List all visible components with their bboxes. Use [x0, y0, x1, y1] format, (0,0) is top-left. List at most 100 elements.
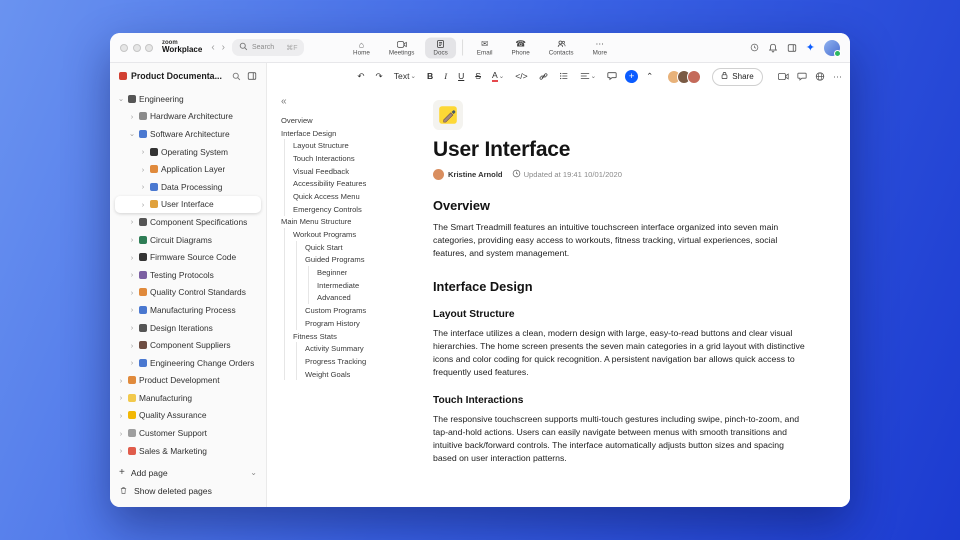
outline-item-visual-feedback[interactable]: Visual Feedback [281, 164, 425, 178]
tab-contacts[interactable]: Contacts [541, 37, 582, 58]
sidebar-item-circuit-diagrams[interactable]: › Circuit Diagrams [115, 231, 261, 249]
sidebar-item-customer-support[interactable]: › Customer Support [115, 424, 261, 442]
chevron-right-icon[interactable]: › [139, 200, 147, 209]
sidebar-item-operating-system[interactable]: › Operating System [115, 143, 261, 161]
redo-button[interactable]: ↷ [373, 69, 386, 84]
sidebar-item-product-development[interactable]: › Product Development [115, 372, 261, 390]
insert-button[interactable]: + [625, 69, 639, 83]
comment-button[interactable] [604, 69, 620, 83]
web-icon[interactable] [815, 72, 825, 82]
clock-icon[interactable] [750, 43, 759, 52]
chevron-right-icon[interactable]: › [128, 323, 136, 332]
outline-item-touch-interactions[interactable]: Touch Interactions [281, 152, 425, 165]
chevron-right-icon[interactable]: › [128, 305, 136, 314]
sidebar-item-manufacturing[interactable]: › Manufacturing [115, 389, 261, 407]
forward-button[interactable]: › [222, 42, 225, 53]
tab-email[interactable]: ✉ Email [469, 37, 501, 58]
collapse-sidebar-icon[interactable] [247, 71, 257, 81]
chevron-right-icon[interactable]: › [128, 253, 136, 262]
outline-item-activity-summary[interactable]: Activity Summary [281, 342, 425, 356]
sidebar-item-design-iterations[interactable]: › Design Iterations [115, 319, 261, 337]
outline-item-emergency-controls[interactable]: Emergency Controls [281, 202, 425, 216]
chevron-right-icon[interactable]: › [139, 147, 147, 156]
maximize-window-button[interactable] [145, 43, 153, 52]
outline-item-main-menu-structure[interactable]: Main Menu Structure [281, 216, 425, 229]
underline-button[interactable]: U [455, 69, 467, 83]
more-h-icon[interactable]: ⋯ [833, 71, 842, 82]
chat-icon[interactable] [797, 72, 807, 82]
sidebar-item-hardware-architecture[interactable]: › Hardware Architecture [115, 108, 261, 126]
sidebar-item-component-suppliers[interactable]: › Component Suppliers [115, 336, 261, 354]
sidebar-item-engineering[interactable]: ⌄ Engineering [115, 90, 261, 108]
bold-button[interactable]: B [424, 69, 436, 83]
outline-item-fitness-stats[interactable]: Fitness Stats [281, 329, 425, 343]
tab-docs[interactable]: Docs [425, 37, 456, 58]
chevron-right-icon[interactable]: › [128, 288, 136, 297]
share-button[interactable]: Share [712, 67, 763, 86]
sidebar-item-quality-control-standards[interactable]: › Quality Control Standards [115, 284, 261, 302]
chevron-down-icon[interactable]: ⌄ [117, 94, 125, 103]
chevron-right-icon[interactable]: › [139, 182, 147, 191]
align-button[interactable]: ⌄ [577, 69, 599, 83]
document-canvas[interactable]: User Interface Kristine Arnold Updated a… [427, 90, 850, 507]
outline-item-quick-access-menu[interactable]: Quick Access Menu [281, 190, 425, 203]
tab-home[interactable]: ⌂ Home [345, 37, 378, 58]
sidebar-item-user-interface[interactable]: › User Interface [115, 195, 261, 214]
close-window-button[interactable] [120, 43, 128, 52]
sidebar-item-sales-marketing[interactable]: › Sales & Marketing [115, 442, 261, 460]
chevron-right-icon[interactable]: › [128, 270, 136, 279]
tab-more[interactable]: ⋯ More [585, 37, 615, 58]
add-page-button[interactable]: + Add page ⌄ [119, 465, 257, 480]
user-avatar[interactable] [824, 39, 841, 57]
outline-item-overview[interactable]: Overview [281, 114, 425, 127]
code-button[interactable]: </> [512, 69, 530, 83]
outline-item-guided-programs[interactable]: Guided Programs [281, 253, 425, 267]
outline-item-intermediate[interactable]: Intermediate [281, 278, 425, 292]
tab-phone[interactable]: ☎ Phone [504, 37, 538, 58]
outline-item-interface-design[interactable]: Interface Design [281, 127, 425, 140]
text-color-button[interactable]: A ⌄ [489, 69, 507, 84]
ai-companion-icon[interactable]: ✦ [806, 41, 815, 54]
sidebar-search-icon[interactable] [232, 72, 241, 81]
sidebar-item-engineering-change-orders[interactable]: › Engineering Change Orders [115, 354, 261, 372]
chevron-right-icon[interactable]: › [117, 429, 125, 438]
collapse-toolbar-button[interactable]: ⌃ [643, 69, 656, 84]
sidebar-item-component-specifications[interactable]: › Component Specifications [115, 213, 261, 231]
outline-item-advanced[interactable]: Advanced [281, 291, 425, 305]
outline-item-program-history[interactable]: Program History [281, 317, 425, 330]
chevron-right-icon[interactable]: › [128, 235, 136, 244]
side-panel-icon[interactable] [787, 43, 797, 53]
sidebar-item-firmware-source-code[interactable]: › Firmware Source Code [115, 248, 261, 266]
show-deleted-pages-button[interactable]: Show deleted pages [119, 483, 257, 498]
outline-item-layout-structure[interactable]: Layout Structure [281, 139, 425, 153]
chevron-right-icon[interactable]: › [117, 446, 125, 455]
sidebar-item-testing-protocols[interactable]: › Testing Protocols [115, 266, 261, 284]
outline-item-custom-programs[interactable]: Custom Programs [281, 304, 425, 317]
tab-meetings[interactable]: Meetings [381, 37, 423, 58]
bullet-list-button[interactable] [556, 69, 572, 83]
chevron-right-icon[interactable]: › [117, 376, 125, 385]
chevron-right-icon[interactable]: › [128, 341, 136, 350]
undo-button[interactable]: ↶ [354, 69, 367, 84]
outline-item-quick-start[interactable]: Quick Start [281, 240, 425, 254]
collaborator-avatar[interactable] [687, 69, 702, 84]
minimize-window-button[interactable] [132, 43, 141, 52]
notebook-title[interactable]: Product Documenta... [131, 71, 228, 81]
sidebar-item-software-architecture[interactable]: ⌄ Software Architecture [115, 125, 261, 143]
back-button[interactable]: ‹ [211, 42, 214, 53]
bell-icon[interactable] [768, 43, 778, 53]
chevron-right-icon[interactable]: › [128, 112, 136, 121]
sidebar-item-quality-assurance[interactable]: › Quality Assurance [115, 407, 261, 425]
text-style-button[interactable]: Text ⌄ [391, 69, 419, 83]
chevron-right-icon[interactable]: › [139, 165, 147, 174]
link-button[interactable] [536, 70, 551, 83]
doc-title[interactable]: User Interface [433, 138, 822, 162]
outline-item-progress-tracking[interactable]: Progress Tracking [281, 355, 425, 368]
sidebar-item-manufacturing-process[interactable]: › Manufacturing Process [115, 301, 261, 319]
chevron-right-icon[interactable]: › [117, 393, 125, 402]
sidebar-item-data-processing[interactable]: › Data Processing [115, 178, 261, 196]
sidebar-item-application-layer[interactable]: › Application Layer [115, 160, 261, 178]
outline-item-workout-programs[interactable]: Workout Programs [281, 228, 425, 241]
italic-button[interactable]: I [441, 69, 450, 83]
outline-item-beginner[interactable]: Beginner [281, 266, 425, 279]
